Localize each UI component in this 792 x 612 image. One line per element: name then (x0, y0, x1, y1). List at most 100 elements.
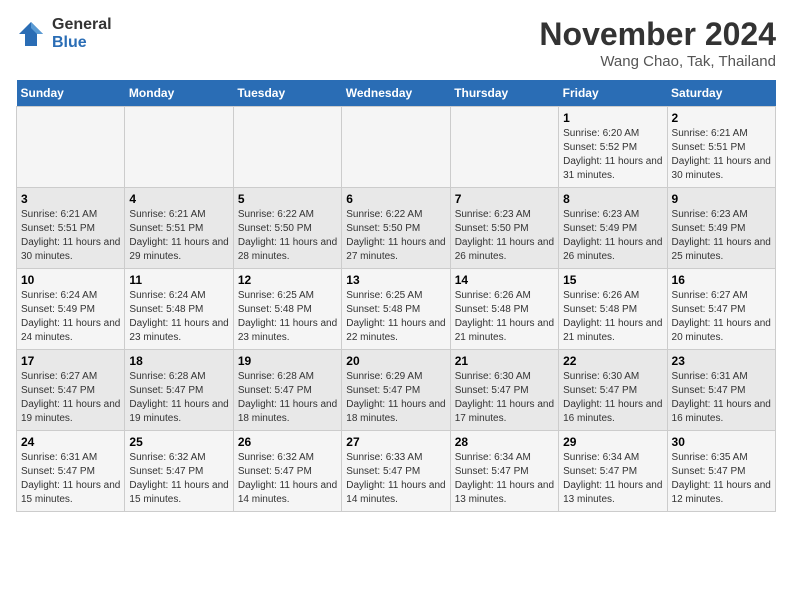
calendar-cell: 17 Sunrise: 6:27 AMSunset: 5:47 PMDayligh… (17, 350, 125, 431)
calendar-cell: 28Sunrise: 6:34 AMSunset: 5:47 PMDayligh… (450, 431, 558, 512)
day-number: 4 (129, 192, 228, 206)
location: Wang Chao, Tak, Thailand (539, 53, 776, 70)
day-info: Sunrise: 6:26 AMSunset: 5:48 PMDaylight:… (563, 289, 662, 345)
day-of-week-header: Thursday (450, 80, 558, 107)
day-info: Sunrise: 6:32 AMSunset: 5:47 PMDaylight:… (129, 451, 228, 507)
calendar-cell: 19 Sunrise: 6:28 AMSunset: 5:47 PMDayligh… (233, 350, 341, 431)
calendar-cell: 9 Sunrise: 6:23 AMSunset: 5:49 PMDaylight… (667, 188, 775, 269)
day-number: 23 (672, 354, 771, 368)
day-number: 2 (672, 111, 771, 125)
calendar-cell: 23Sunrise: 6:31 AMSunset: 5:47 PMDayligh… (667, 350, 775, 431)
day-of-week-header: Sunday (17, 80, 125, 107)
calendar-cell: 6 Sunrise: 6:22 AMSunset: 5:50 PMDaylight… (342, 188, 450, 269)
day-of-week-header: Wednesday (342, 80, 450, 107)
month-title: November 2024 (539, 16, 776, 53)
calendar-cell: 3 Sunrise: 6:21 AMSunset: 5:51 PMDaylight… (17, 188, 125, 269)
day-number: 7 (455, 192, 554, 206)
day-info: Sunrise: 6:25 AMSunset: 5:48 PMDaylight:… (346, 289, 445, 345)
day-number: 27 (346, 435, 445, 449)
calendar-cell: 7Sunrise: 6:23 AMSunset: 5:50 PMDaylight… (450, 188, 558, 269)
day-info: Sunrise: 6:21 AMSunset: 5:51 PMDaylight:… (672, 127, 771, 183)
day-info: Sunrise: 6:33 AMSunset: 5:47 PMDaylight:… (346, 451, 445, 507)
calendar-cell: 16Sunrise: 6:27 AMSunset: 5:47 PMDayligh… (667, 269, 775, 350)
calendar-cell: 30 Sunrise: 6:35 AMSunset: 5:47 PMDayligh… (667, 431, 775, 512)
day-number: 22 (563, 354, 662, 368)
calendar-cell: 18Sunrise: 6:28 AMSunset: 5:47 PMDayligh… (125, 350, 233, 431)
day-number: 16 (672, 273, 771, 287)
title-block: November 2024 Wang Chao, Tak, Thailand (539, 16, 776, 70)
day-info: Sunrise: 6:26 AMSunset: 5:48 PMDaylight:… (455, 289, 554, 345)
day-number: 9 (672, 192, 771, 206)
logo-icon (16, 19, 46, 49)
calendar-header: SundayMondayTuesdayWednesdayThursdayFrid… (17, 80, 776, 107)
day-info: Sunrise: 6:20 AMSunset: 5:52 PMDaylight:… (563, 127, 662, 183)
day-info: Sunrise: 6:27 AMSunset: 5:47 PMDaylight:… (21, 370, 120, 426)
day-info: Sunrise: 6:22 AMSunset: 5:50 PMDaylight:… (238, 208, 337, 264)
day-number: 24 (21, 435, 120, 449)
logo-general-text: General (52, 16, 112, 34)
day-of-week-header: Friday (559, 80, 667, 107)
day-info: Sunrise: 6:32 AMSunset: 5:47 PMDaylight:… (238, 451, 337, 507)
calendar-cell: 13Sunrise: 6:25 AMSunset: 5:48 PMDayligh… (342, 269, 450, 350)
calendar-week-row: 10 Sunrise: 6:24 AMSunset: 5:49 PMDayligh… (17, 269, 776, 350)
day-number: 8 (563, 192, 662, 206)
day-info: Sunrise: 6:31 AMSunset: 5:47 PMDaylight:… (21, 451, 120, 507)
day-number: 6 (346, 192, 445, 206)
day-info: Sunrise: 6:35 AMSunset: 5:47 PMDaylight:… (672, 451, 771, 507)
day-number: 11 (129, 273, 228, 287)
calendar-cell: 12Sunrise: 6:25 AMSunset: 5:48 PMDayligh… (233, 269, 341, 350)
calendar-cell: 14 Sunrise: 6:26 AMSunset: 5:48 PMDayligh… (450, 269, 558, 350)
calendar-cell: 15Sunrise: 6:26 AMSunset: 5:48 PMDayligh… (559, 269, 667, 350)
calendar-cell (342, 107, 450, 188)
logo: General Blue (16, 16, 112, 51)
day-info: Sunrise: 6:30 AMSunset: 5:47 PMDaylight:… (455, 370, 554, 426)
calendar-body: 1 Sunrise: 6:20 AMSunset: 5:52 PMDaylight… (17, 107, 776, 512)
day-info: Sunrise: 6:25 AMSunset: 5:48 PMDaylight:… (238, 289, 337, 345)
calendar-cell (450, 107, 558, 188)
day-number: 18 (129, 354, 228, 368)
day-info: Sunrise: 6:29 AMSunset: 5:47 PMDaylight:… (346, 370, 445, 426)
calendar-table: SundayMondayTuesdayWednesdayThursdayFrid… (16, 80, 776, 512)
day-of-week-header: Monday (125, 80, 233, 107)
calendar-cell: 29Sunrise: 6:34 AMSunset: 5:47 PMDayligh… (559, 431, 667, 512)
day-info: Sunrise: 6:22 AMSunset: 5:50 PMDaylight:… (346, 208, 445, 264)
calendar-cell: 2 Sunrise: 6:21 AMSunset: 5:51 PMDaylight… (667, 107, 775, 188)
calendar-week-row: 17 Sunrise: 6:27 AMSunset: 5:47 PMDayligh… (17, 350, 776, 431)
calendar-cell: 21 Sunrise: 6:30 AMSunset: 5:47 PMDayligh… (450, 350, 558, 431)
calendar-cell: 5Sunrise: 6:22 AMSunset: 5:50 PMDaylight… (233, 188, 341, 269)
day-number: 26 (238, 435, 337, 449)
day-number: 28 (455, 435, 554, 449)
calendar-cell: 10 Sunrise: 6:24 AMSunset: 5:49 PMDayligh… (17, 269, 125, 350)
day-number: 17 (21, 354, 120, 368)
day-info: Sunrise: 6:28 AMSunset: 5:47 PMDaylight:… (238, 370, 337, 426)
day-info: Sunrise: 6:24 AMSunset: 5:49 PMDaylight:… (21, 289, 120, 345)
day-number: 1 (563, 111, 662, 125)
calendar-cell (233, 107, 341, 188)
calendar-week-row: 1 Sunrise: 6:20 AMSunset: 5:52 PMDaylight… (17, 107, 776, 188)
day-info: Sunrise: 6:34 AMSunset: 5:47 PMDaylight:… (563, 451, 662, 507)
day-number: 21 (455, 354, 554, 368)
day-info: Sunrise: 6:21 AMSunset: 5:51 PMDaylight:… (129, 208, 228, 264)
day-info: Sunrise: 6:23 AMSunset: 5:49 PMDaylight:… (672, 208, 771, 264)
day-of-week-header: Saturday (667, 80, 775, 107)
day-number: 30 (672, 435, 771, 449)
day-number: 20 (346, 354, 445, 368)
day-number: 25 (129, 435, 228, 449)
calendar-cell: 8Sunrise: 6:23 AMSunset: 5:49 PMDaylight… (559, 188, 667, 269)
calendar-cell: 22 Sunrise: 6:30 AMSunset: 5:47 PMDayligh… (559, 350, 667, 431)
calendar-cell: 24 Sunrise: 6:31 AMSunset: 5:47 PMDayligh… (17, 431, 125, 512)
page-header: General Blue November 2024 Wang Chao, Ta… (16, 16, 776, 70)
day-of-week-header: Tuesday (233, 80, 341, 107)
day-number: 19 (238, 354, 337, 368)
day-info: Sunrise: 6:24 AMSunset: 5:48 PMDaylight:… (129, 289, 228, 345)
day-info: Sunrise: 6:21 AMSunset: 5:51 PMDaylight:… (21, 208, 120, 264)
day-number: 3 (21, 192, 120, 206)
day-info: Sunrise: 6:30 AMSunset: 5:47 PMDaylight:… (563, 370, 662, 426)
calendar-cell: 11 Sunrise: 6:24 AMSunset: 5:48 PMDayligh… (125, 269, 233, 350)
calendar-cell: 20 Sunrise: 6:29 AMSunset: 5:47 PMDayligh… (342, 350, 450, 431)
day-number: 10 (21, 273, 120, 287)
calendar-week-row: 24 Sunrise: 6:31 AMSunset: 5:47 PMDayligh… (17, 431, 776, 512)
calendar-cell: 26 Sunrise: 6:32 AMSunset: 5:47 PMDayligh… (233, 431, 341, 512)
day-number: 14 (455, 273, 554, 287)
calendar-week-row: 3 Sunrise: 6:21 AMSunset: 5:51 PMDaylight… (17, 188, 776, 269)
